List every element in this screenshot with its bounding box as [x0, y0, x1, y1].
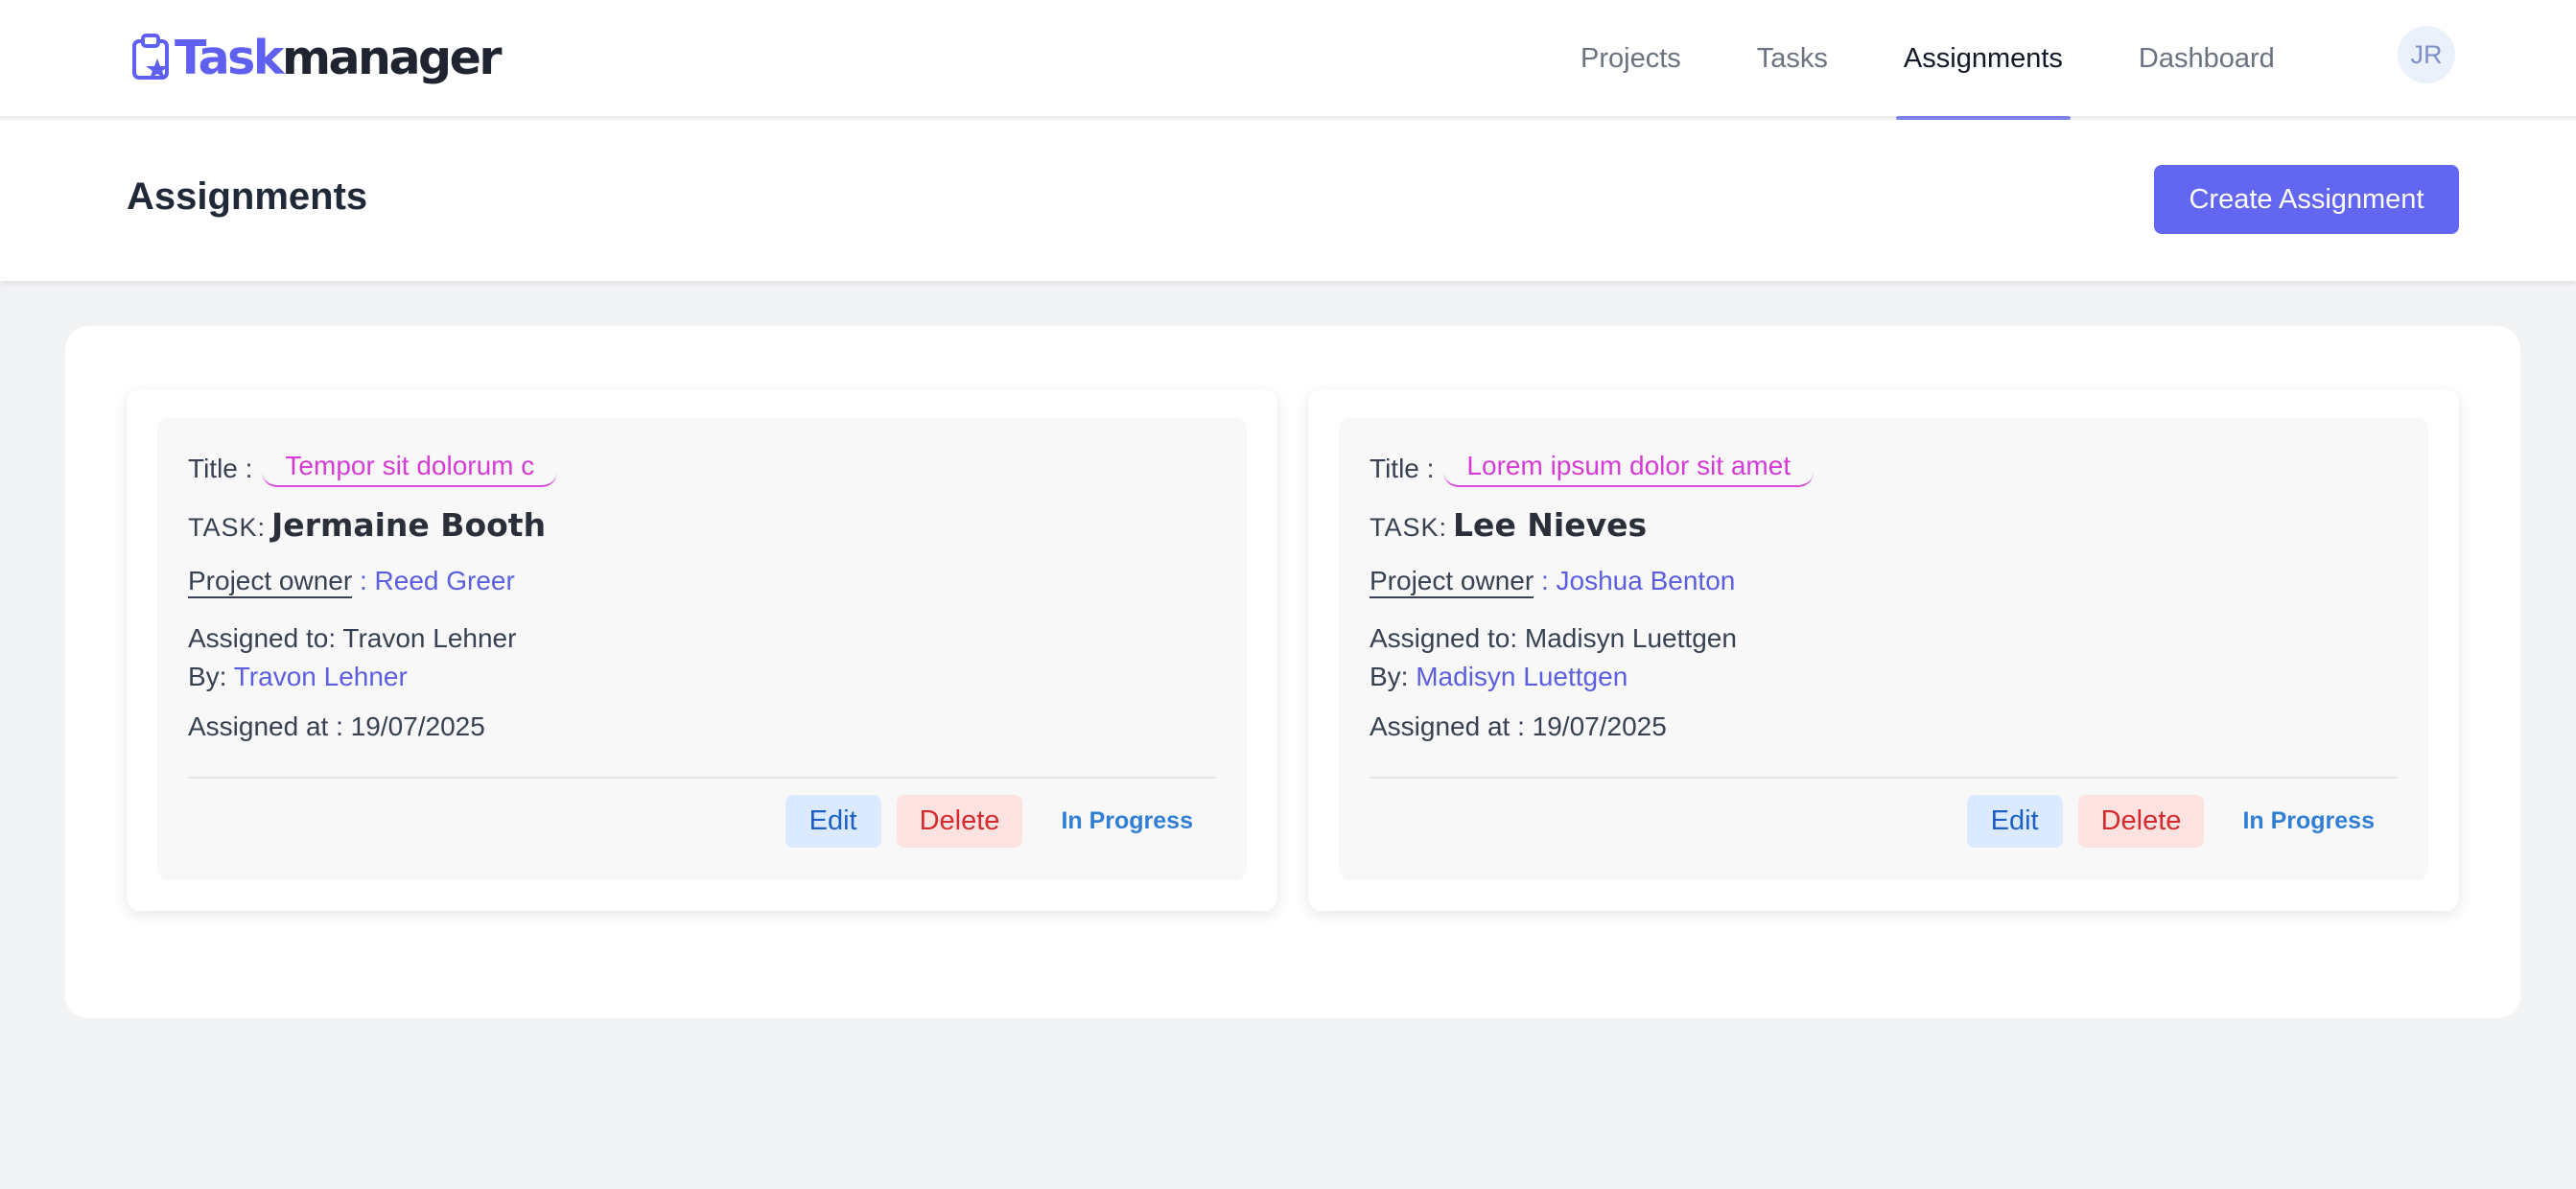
assigned-to-line: Assigned to: Travon Lehner	[188, 619, 516, 658]
project-owner-name[interactable]: Joshua Benton	[1557, 566, 1736, 595]
project-owner-name[interactable]: Reed Greer	[375, 566, 515, 595]
edit-button[interactable]: Edit	[1966, 795, 2063, 848]
delete-button[interactable]: Delete	[2077, 795, 2205, 848]
assigned-at-date: 19/07/2025	[350, 711, 485, 741]
page-header: Assignments Create Assignment	[0, 120, 2576, 281]
nav-projects[interactable]: Projects	[1573, 0, 1689, 118]
status-badge: In Progress	[1061, 807, 1193, 834]
assignments-panel: Title : Tempor sit dolorum c TASK: Jerma…	[65, 326, 2520, 1018]
task-row: TASK: Lee Nieves	[1370, 506, 1647, 544]
project-owner-row: Project owner : Joshua Benton	[1370, 566, 1736, 598]
assigned-to-line: Assigned to: Madisyn Luettgen	[1370, 619, 1737, 658]
owner-separator: :	[1534, 566, 1557, 595]
card-divider	[188, 777, 1216, 779]
assigned-info: Assigned to: Travon Lehner By: Travon Le…	[188, 619, 516, 696]
logo-text: Taskmanager	[175, 30, 502, 85]
task-name: Lee Nieves	[1453, 506, 1648, 544]
nav-assignments[interactable]: Assignments	[1895, 0, 2071, 120]
task-label: TASK:	[188, 513, 267, 542]
assignment-title-row: Title : Tempor sit dolorum c	[188, 451, 558, 487]
user-avatar[interactable]: JR	[2398, 26, 2455, 83]
assigned-to-label: Assigned to:	[188, 623, 343, 653]
project-owner-label: Project owner	[1370, 566, 1534, 598]
by-label: By:	[188, 662, 234, 691]
card-actions: Edit Delete In Progress	[1966, 795, 2375, 848]
assigned-to-name: Travon Lehner	[342, 623, 517, 653]
assigned-to-label: Assigned to:	[1370, 623, 1525, 653]
assignment-card: Title : Tempor sit dolorum c TASK: Jerma…	[127, 389, 1277, 911]
delete-button[interactable]: Delete	[896, 795, 1023, 848]
task-label: TASK:	[1370, 513, 1448, 542]
assigned-to-name: Madisyn Luettgen	[1524, 623, 1737, 653]
status-badge: In Progress	[2242, 807, 2375, 834]
assigned-at-label: Assigned at :	[188, 711, 351, 741]
assigned-at-label: Assigned at :	[1370, 711, 1533, 741]
assignment-card-body: Title : Lorem ipsum dolor sit amet TASK:…	[1339, 418, 2428, 880]
project-owner-label: Project owner	[188, 566, 353, 598]
main-nav: Projects Tasks Assignments Dashboard	[1573, 0, 2343, 120]
nav-dashboard[interactable]: Dashboard	[2131, 0, 2283, 118]
assigned-at-row: Assigned at : 19/07/2025	[188, 711, 485, 742]
assigned-at-date: 19/07/2025	[1532, 711, 1667, 741]
create-assignment-button[interactable]: Create Assignment	[2154, 165, 2459, 234]
assigned-by-name[interactable]: Madisyn Luettgen	[1416, 662, 1628, 691]
card-actions: Edit Delete In Progress	[785, 795, 1193, 848]
assignment-title: Tempor sit dolorum c	[262, 451, 558, 487]
project-owner-row: Project owner : Reed Greer	[188, 566, 515, 598]
title-label: Title :	[1370, 454, 1435, 483]
assigned-info: Assigned to: Madisyn Luettgen By: Madisy…	[1370, 619, 1737, 696]
clipboard-star-icon	[132, 34, 169, 80]
assignment-title: Lorem ipsum dolor sit amet	[1443, 451, 1815, 487]
card-divider	[1370, 777, 2398, 779]
assigned-by-line: By: Madisyn Luettgen	[1370, 658, 1737, 696]
assigned-by-name[interactable]: Travon Lehner	[234, 662, 408, 691]
by-label: By:	[1370, 662, 1417, 691]
assignment-card-body: Title : Tempor sit dolorum c TASK: Jerma…	[157, 418, 1247, 880]
task-name: Jermaine Booth	[271, 506, 547, 544]
edit-button[interactable]: Edit	[785, 795, 881, 848]
page-title: Assignments	[127, 175, 368, 218]
task-row: TASK: Jermaine Booth	[188, 506, 546, 544]
nav-tasks[interactable]: Tasks	[1749, 0, 1836, 118]
assignment-card: Title : Lorem ipsum dolor sit amet TASK:…	[1308, 389, 2459, 911]
app-logo[interactable]: Taskmanager	[130, 29, 502, 86]
top-navbar: Taskmanager Projects Tasks Assignments D…	[0, 0, 2576, 120]
assigned-at-row: Assigned at : 19/07/2025	[1370, 711, 1667, 742]
owner-separator: :	[352, 566, 375, 595]
assigned-by-line: By: Travon Lehner	[188, 658, 516, 696]
assignment-title-row: Title : Lorem ipsum dolor sit amet	[1370, 451, 1815, 487]
title-label: Title :	[188, 454, 253, 483]
